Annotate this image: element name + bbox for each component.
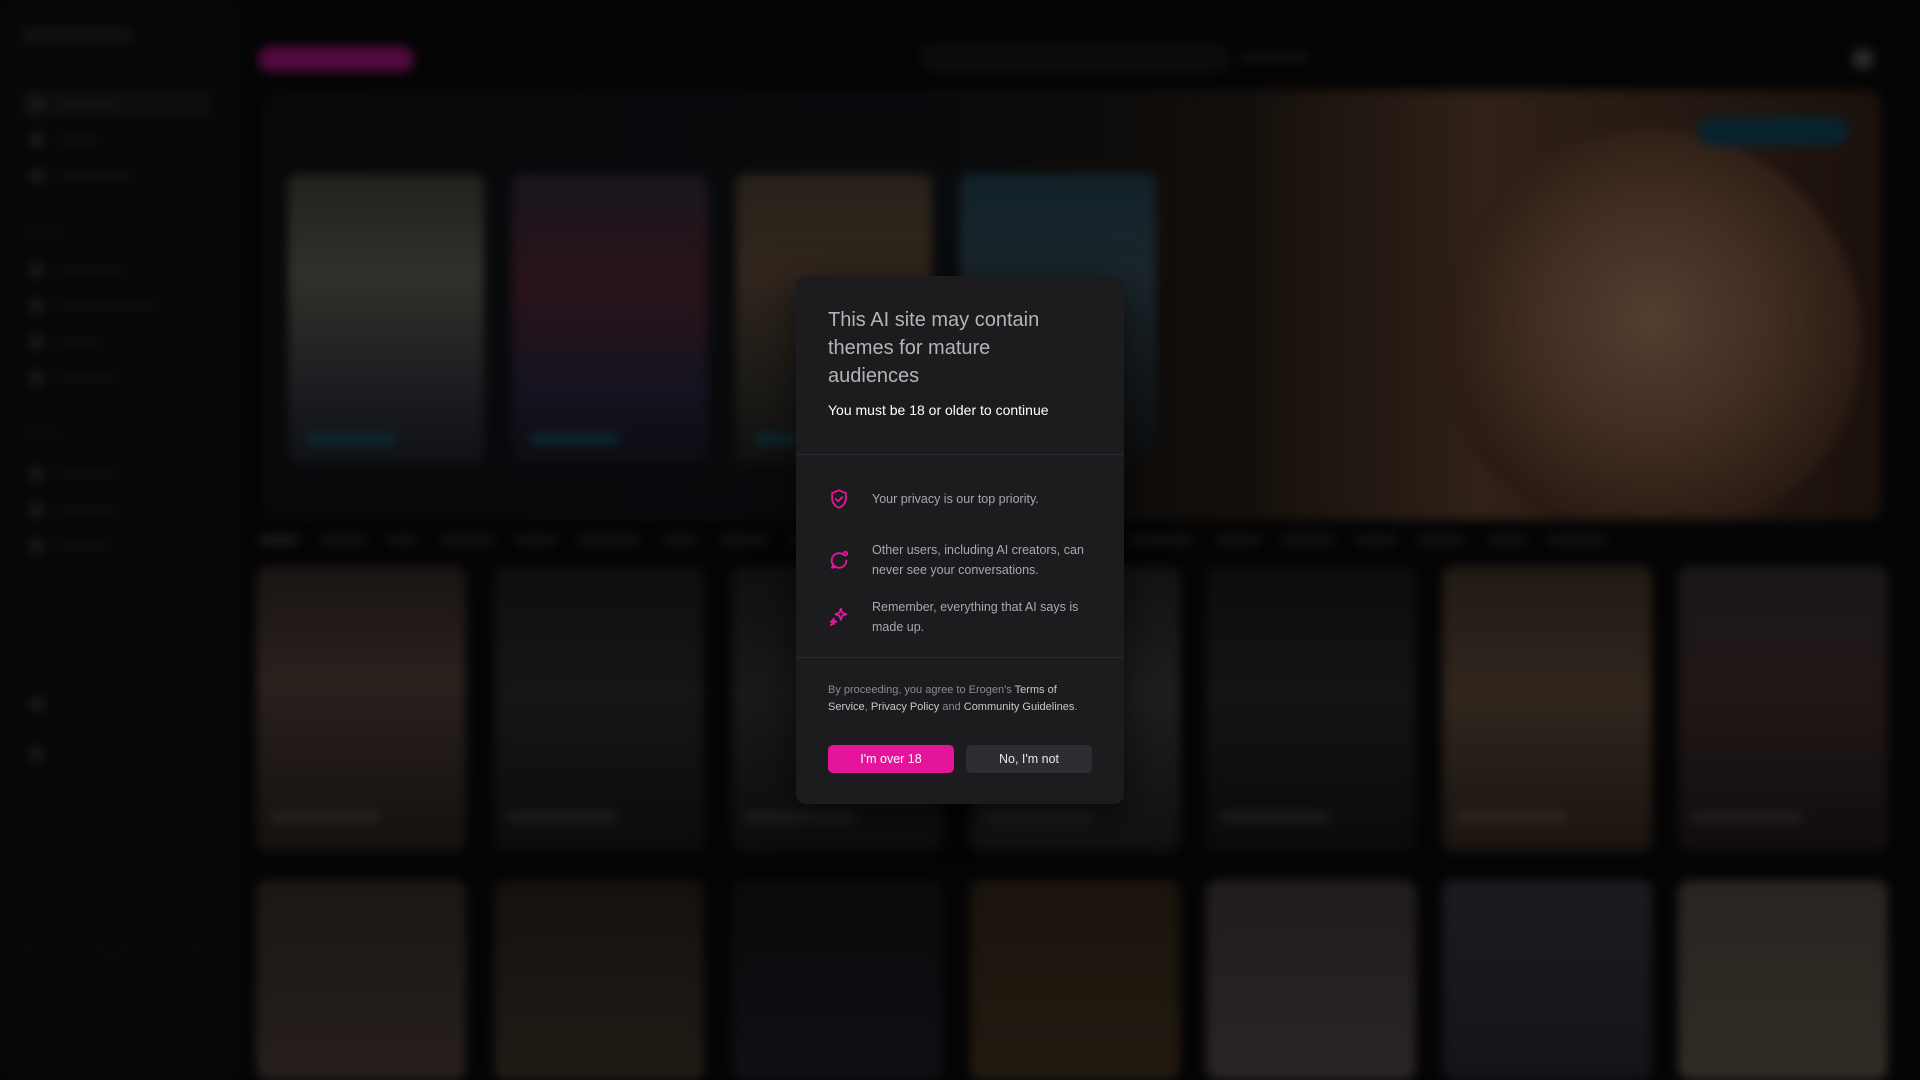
legal-text: By proceeding, you agree to Erogen's (828, 684, 1015, 696)
privacy-point: Your privacy is our top priority. (796, 481, 1124, 517)
age-verification-modal: This AI site may contain themes for matu… (796, 276, 1124, 804)
point-text: Your privacy is our top priority. (872, 492, 1039, 506)
point-text: Other users, including AI creators, can … (872, 543, 1084, 577)
community-guidelines-link[interactable]: Community Guidelines (964, 701, 1075, 713)
modal-title: This AI site may contain themes for matu… (828, 309, 1040, 387)
decline-button[interactable]: No, I'm not (966, 745, 1092, 773)
legal-text: and (939, 700, 964, 713)
sparkles-icon (828, 606, 850, 628)
disclaimer-point: Remember, everything that AI says is mad… (796, 595, 1124, 639)
confirm-over-18-button[interactable]: I'm over 18 (828, 745, 954, 773)
point-text: Remember, everything that AI says is mad… (872, 600, 1079, 634)
shield-check-icon (828, 488, 850, 510)
chat-bubble-icon (828, 549, 850, 571)
modal-subtitle: You must be 18 or older to continue (828, 402, 1049, 418)
legal-notice: By proceeding, you agree to Erogen's Ter… (828, 682, 1088, 715)
privacy-policy-link[interactable]: Privacy Policy (871, 701, 939, 713)
legal-text: . (1074, 700, 1078, 713)
conversation-point: Other users, including AI creators, can … (796, 533, 1124, 587)
